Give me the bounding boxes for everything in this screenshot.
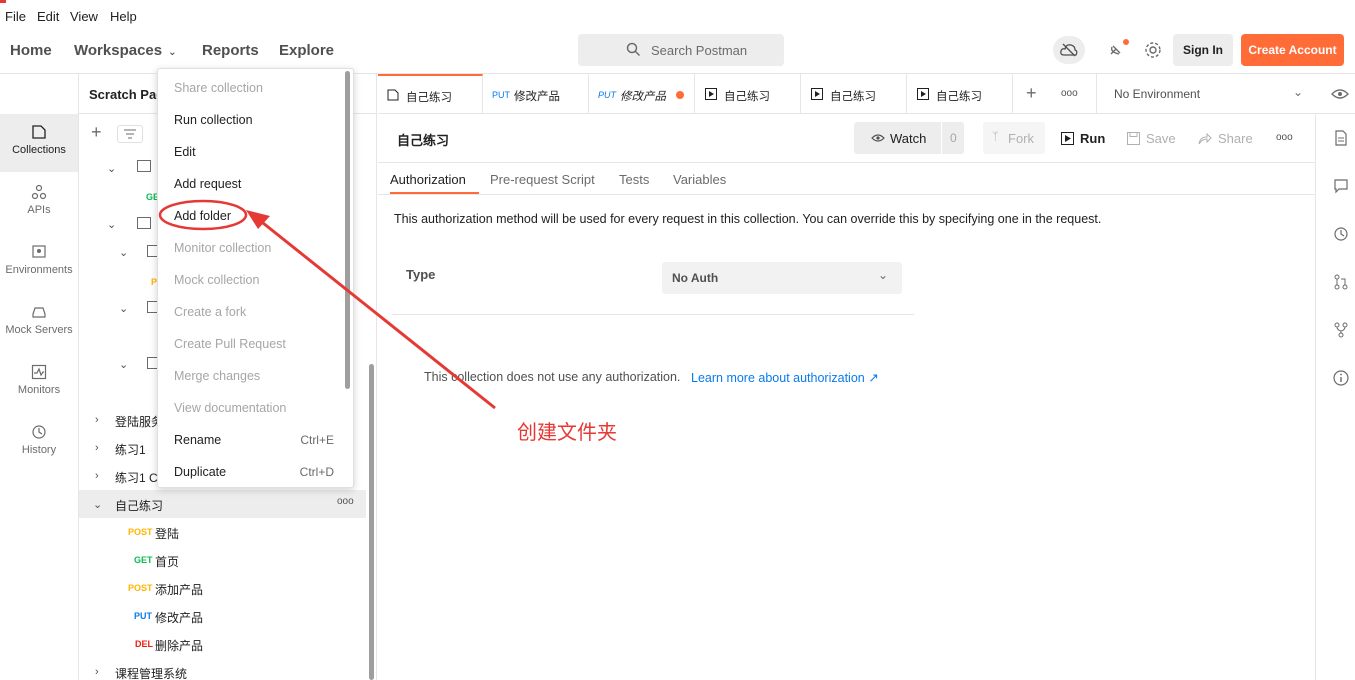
annotation-overlay: [158, 199, 496, 410]
annotation-arrow-line: [257, 217, 496, 410]
annotation-text: 创建文件夹: [517, 420, 617, 444]
highlight-ellipse: [158, 199, 248, 231]
